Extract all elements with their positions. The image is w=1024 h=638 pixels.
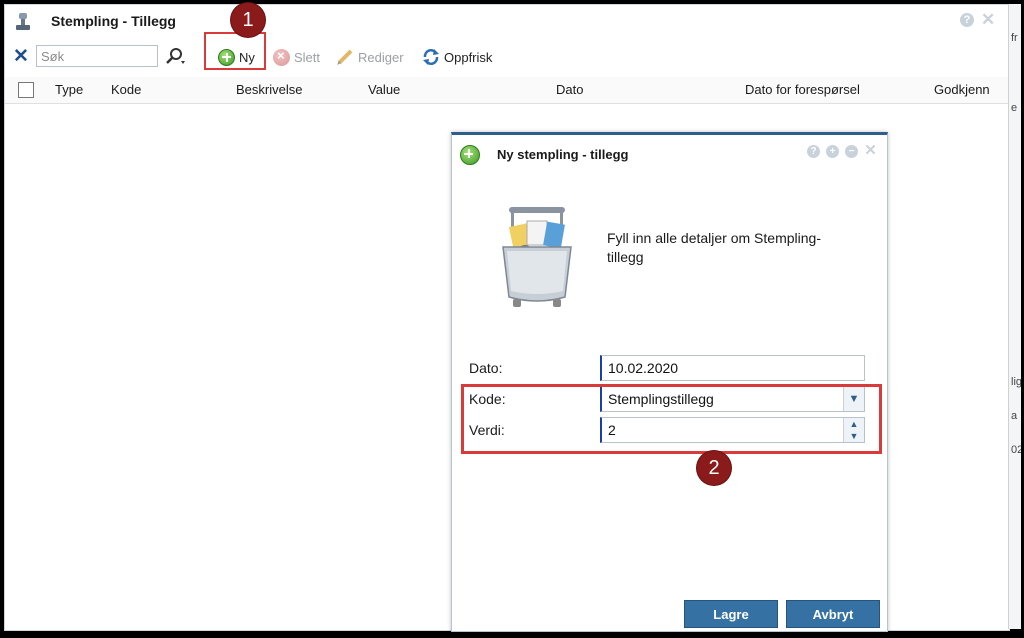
grid-header: Type Kode Beskrivelse Value Dato Dato fo…: [5, 77, 1009, 104]
refresh-icon: [423, 49, 439, 65]
col-dato-for-foresporsel[interactable]: Dato for forespørsel: [745, 82, 860, 97]
edge-text: e: [1011, 102, 1018, 114]
dialog-title: Ny stempling - tillegg: [497, 147, 629, 162]
delete-icon: [273, 48, 290, 66]
title-bar: Stempling - Tillegg ? ✕: [5, 5, 1009, 39]
clear-search-icon[interactable]: ✕: [13, 45, 29, 68]
dato-label: Dato:: [469, 360, 503, 376]
stamp-icon: [16, 13, 30, 30]
highlight-new-button: [204, 32, 266, 70]
col-godkjenn[interactable]: Godkjenn: [934, 82, 990, 97]
toolbar: ✕ Ny Slett Rediger: [5, 39, 1009, 75]
close-icon[interactable]: ✕: [864, 143, 877, 158]
edge-text: a: [1011, 410, 1018, 422]
col-type[interactable]: Type: [55, 82, 83, 97]
select-all-checkbox[interactable]: [18, 82, 34, 98]
refresh-button[interactable]: Oppfrisk: [422, 47, 492, 67]
col-kode[interactable]: Kode: [111, 82, 141, 97]
dialog-intro-text: Fyll inn alle detaljer om Stempling-till…: [607, 230, 821, 265]
delete-button[interactable]: Slett: [273, 47, 320, 67]
dialog-controls: ? + − ✕: [807, 143, 877, 158]
edge-text: 02: [1011, 444, 1021, 456]
dato-value: 10.02.2020: [608, 360, 679, 376]
close-icon[interactable]: ✕: [981, 10, 995, 30]
add-icon: [460, 145, 480, 165]
edge-text: fr: [1011, 32, 1018, 44]
pencil-icon: [337, 49, 353, 65]
search-input[interactable]: [36, 45, 158, 67]
col-beskrivelse[interactable]: Beskrivelse: [236, 82, 302, 97]
window-title: Stempling - Tillegg: [51, 13, 176, 29]
col-dato[interactable]: Dato: [556, 82, 583, 97]
search-icon[interactable]: [165, 47, 185, 65]
basket-illustration-icon: [502, 207, 572, 307]
edit-button[interactable]: Rediger: [336, 47, 404, 67]
cancel-button[interactable]: Avbryt: [786, 600, 880, 628]
maximize-icon[interactable]: +: [826, 145, 839, 158]
annotation-badge-2: 2: [697, 451, 731, 485]
dato-field[interactable]: 10.02.2020: [600, 355, 865, 381]
minimize-icon[interactable]: −: [845, 145, 858, 158]
refresh-button-label: Oppfrisk: [444, 49, 493, 65]
help-icon[interactable]: ?: [960, 13, 974, 27]
save-button[interactable]: Lagre: [684, 600, 778, 628]
help-icon[interactable]: ?: [807, 145, 820, 158]
new-entry-dialog: Ny stempling - tillegg ? + − ✕ Fyll inn …: [451, 132, 888, 632]
annotation-badge-1: 1: [231, 3, 265, 37]
highlight-kode-verdi: [461, 384, 882, 454]
col-value[interactable]: Value: [368, 82, 400, 97]
edge-text: lig: [1011, 376, 1021, 388]
background-window-edge: fr e lig a 02: [1008, 4, 1021, 629]
delete-button-label: Slett: [294, 49, 321, 65]
edit-button-label: Rediger: [358, 49, 404, 65]
